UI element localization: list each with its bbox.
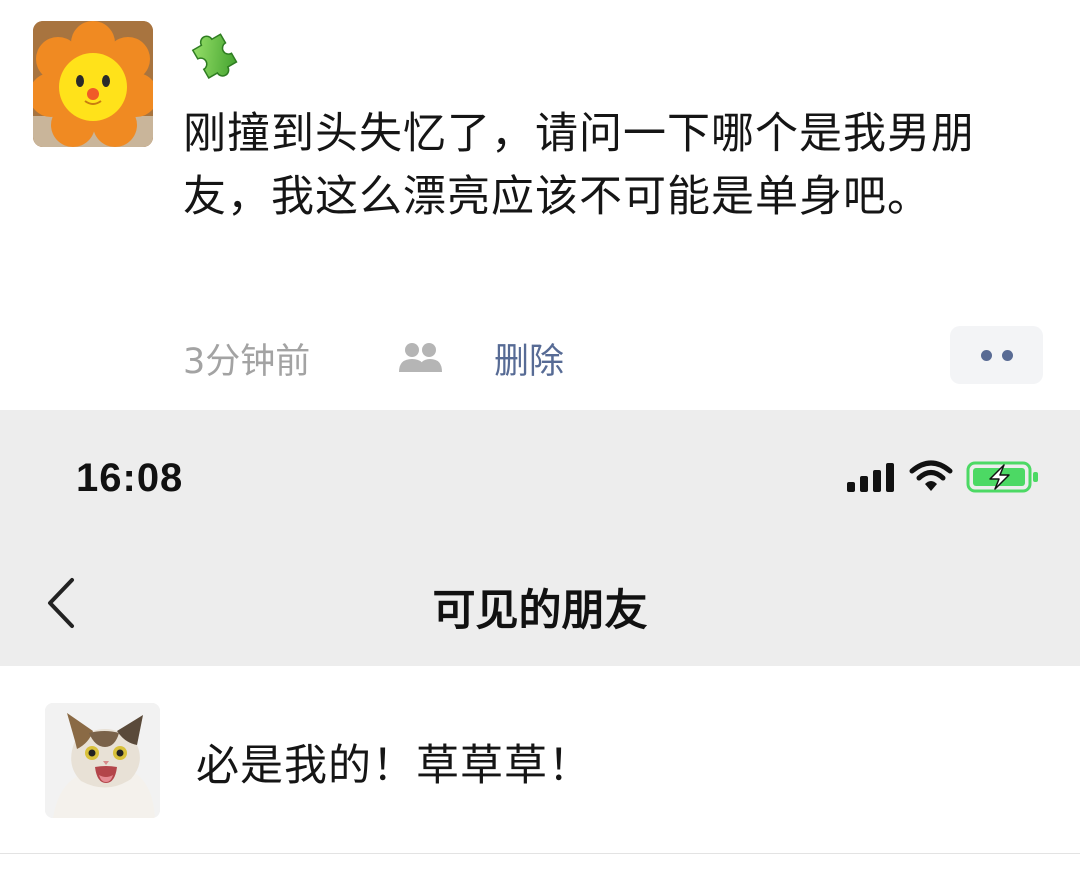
user-avatar[interactable] <box>33 21 153 147</box>
moments-post: 刚撞到头失忆了，请问一下哪个是我男朋友，我这么漂亮应该不可能是单身吧。 3分钟前… <box>0 0 1080 410</box>
wifi-icon <box>909 460 953 491</box>
delete-link[interactable]: 删除 <box>494 333 564 384</box>
puzzle-piece-icon <box>191 33 238 79</box>
signal-icon <box>847 463 894 492</box>
list-bottom-area <box>0 854 1080 894</box>
more-options-button[interactable] <box>950 326 1043 384</box>
flower-doll-avatar-icon <box>33 21 153 147</box>
more-dots-icon <box>981 350 992 361</box>
people-icon[interactable] <box>397 340 443 374</box>
cat-avatar-icon <box>45 703 160 818</box>
post-timestamp: 3分钟前 <box>183 342 311 382</box>
friend-avatar[interactable] <box>45 703 160 818</box>
status-bar-time: 16:08 <box>76 456 184 500</box>
page-title: 可见的朋友 <box>432 586 648 636</box>
more-dots-icon <box>1002 350 1013 361</box>
battery-charging-icon <box>966 461 1038 493</box>
post-text: 刚撞到头失忆了，请问一下哪个是我男朋友，我这么漂亮应该不可能是单身吧。 <box>183 109 975 222</box>
friend-name: 必是我的！草草草！ <box>196 741 592 791</box>
